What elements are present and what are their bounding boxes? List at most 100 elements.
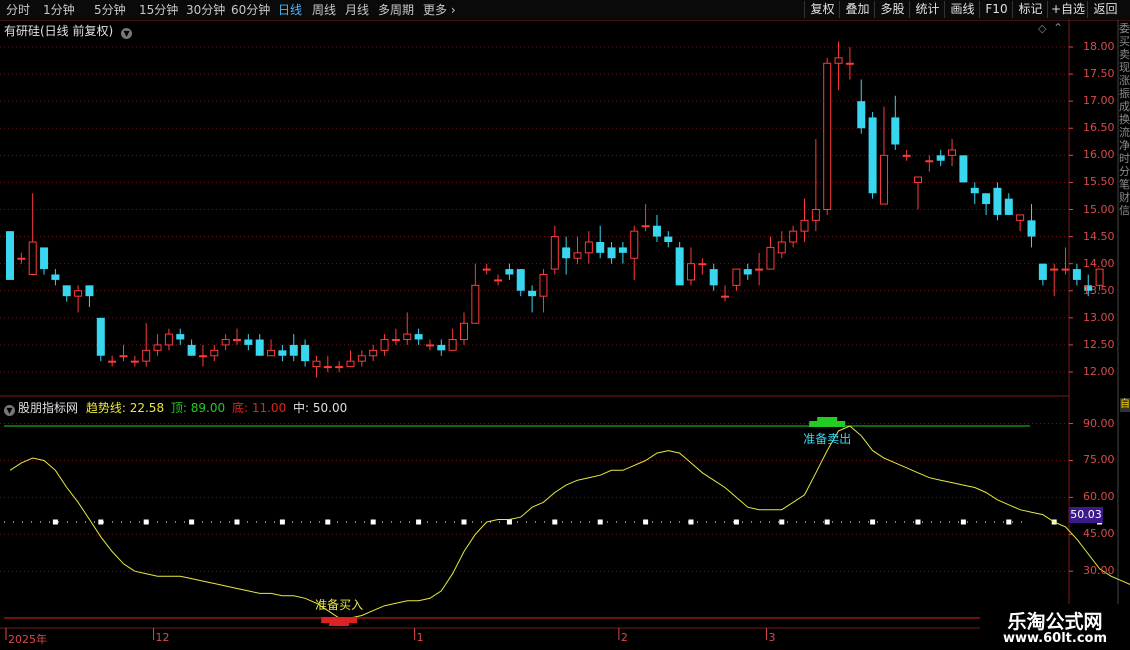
candle-down bbox=[1072, 269, 1081, 280]
mid-marker bbox=[234, 519, 240, 525]
candle-up bbox=[142, 349, 151, 362]
sell-signal-label: 准备卖出 bbox=[803, 432, 852, 446]
mid-marker bbox=[143, 519, 149, 525]
price-axis-label: 13.50 bbox=[1083, 283, 1115, 297]
candle-down bbox=[664, 236, 673, 242]
candle-down bbox=[85, 285, 94, 297]
candle-down bbox=[176, 334, 185, 340]
trend-value: 22.58 bbox=[129, 401, 165, 415]
candle-up bbox=[550, 236, 559, 270]
mid-marker bbox=[461, 519, 467, 525]
mid-marker bbox=[52, 519, 58, 525]
mid-marker bbox=[870, 519, 876, 525]
x-axis-label: 3 bbox=[768, 631, 776, 644]
candle-up bbox=[800, 219, 809, 232]
indicator-axis-label: 30.00 bbox=[1083, 564, 1115, 578]
candle-down bbox=[596, 242, 605, 253]
mid-label: 中: bbox=[293, 401, 310, 415]
candle-down bbox=[255, 339, 264, 356]
candle-up bbox=[471, 284, 480, 324]
candle-down bbox=[709, 269, 718, 286]
candle-down bbox=[6, 231, 14, 280]
x-axis-label: 2 bbox=[620, 631, 628, 644]
mid-marker bbox=[506, 519, 512, 525]
candle-down bbox=[959, 155, 968, 183]
candle-up bbox=[198, 355, 207, 358]
mid-marker bbox=[733, 519, 739, 525]
candle-up bbox=[630, 230, 639, 259]
price-axis-label: 16.50 bbox=[1083, 121, 1115, 135]
candle-down bbox=[868, 117, 877, 194]
candle-down bbox=[505, 269, 514, 275]
mid-marker bbox=[643, 519, 649, 525]
candle-down bbox=[51, 274, 60, 280]
current-value-box: 50.03 bbox=[1069, 507, 1103, 523]
candle-down bbox=[652, 225, 661, 237]
candle-down bbox=[891, 117, 900, 145]
candle-up bbox=[448, 339, 457, 351]
candle-down bbox=[40, 247, 49, 270]
candle-down bbox=[1038, 263, 1047, 280]
candle-up bbox=[460, 322, 468, 340]
candle-up bbox=[153, 344, 162, 351]
mid-marker bbox=[98, 519, 104, 525]
candle-down bbox=[301, 344, 310, 362]
candle-up bbox=[267, 349, 276, 357]
candle-down bbox=[62, 285, 71, 297]
candle-up bbox=[210, 349, 219, 357]
candle-up bbox=[221, 339, 230, 346]
mid-marker bbox=[325, 519, 331, 525]
candle-up bbox=[845, 62, 854, 65]
top-label: 顶: bbox=[170, 401, 187, 415]
chart-canvas[interactable] bbox=[0, 0, 1130, 650]
candle-up bbox=[380, 339, 389, 351]
candle-up bbox=[1050, 268, 1059, 271]
candle-down bbox=[1004, 198, 1013, 215]
watermark-title: 乐淘公式网 bbox=[1007, 611, 1103, 633]
candle-up bbox=[335, 366, 344, 369]
candle-up bbox=[323, 366, 332, 369]
candle-up bbox=[811, 209, 820, 221]
candle-up bbox=[119, 355, 128, 358]
chevron-down-icon[interactable]: ▼ bbox=[4, 405, 15, 416]
candle-up bbox=[130, 360, 139, 363]
candle-down bbox=[1027, 220, 1036, 237]
candle-up bbox=[766, 246, 775, 270]
price-axis-label: 16.00 bbox=[1083, 148, 1115, 162]
price-axis-label: 17.00 bbox=[1083, 94, 1115, 108]
candle-up bbox=[879, 154, 888, 205]
watermark: 乐淘公式网 www.60lt.com bbox=[980, 604, 1130, 650]
candle-up bbox=[834, 57, 843, 64]
indicator-axis-label: 45.00 bbox=[1083, 527, 1115, 541]
mid-marker bbox=[552, 519, 558, 525]
top-value: 89.00 bbox=[190, 401, 226, 415]
candle-down bbox=[96, 317, 105, 356]
price-axis-label: 15.00 bbox=[1083, 202, 1115, 216]
bottom-label: 底: bbox=[231, 401, 249, 415]
candle-up bbox=[346, 360, 355, 368]
mid-marker bbox=[779, 519, 785, 525]
mid-marker bbox=[824, 519, 830, 525]
candle-up bbox=[539, 274, 548, 297]
candle-up bbox=[732, 268, 741, 286]
candle-up bbox=[164, 333, 173, 346]
candle-up bbox=[494, 279, 503, 282]
candle-down bbox=[528, 290, 537, 297]
price-axis-label: 14.50 bbox=[1083, 229, 1115, 243]
price-axis-label: 14.00 bbox=[1083, 256, 1115, 270]
buy-signal-label: 准备买入 bbox=[315, 598, 364, 612]
mid-marker bbox=[597, 519, 603, 525]
candle-up bbox=[403, 333, 412, 341]
candle-up bbox=[777, 241, 786, 254]
price-axis-label: 15.50 bbox=[1083, 175, 1115, 189]
mid-marker bbox=[1006, 519, 1012, 525]
trend-label: 趋势线: bbox=[85, 401, 126, 415]
candle-up bbox=[789, 230, 798, 243]
candle-up bbox=[74, 290, 83, 297]
indicator-legend: ▼ 股朋指标网 趋势线: 22.58 顶: 89.00 底: 11.00 中: 5… bbox=[4, 399, 347, 416]
side-panel-tab[interactable]: 自 bbox=[1120, 398, 1130, 412]
candle-up bbox=[755, 268, 764, 271]
price-axis-label: 17.50 bbox=[1083, 67, 1115, 81]
candle-up bbox=[914, 176, 922, 183]
candle-up bbox=[721, 295, 730, 298]
